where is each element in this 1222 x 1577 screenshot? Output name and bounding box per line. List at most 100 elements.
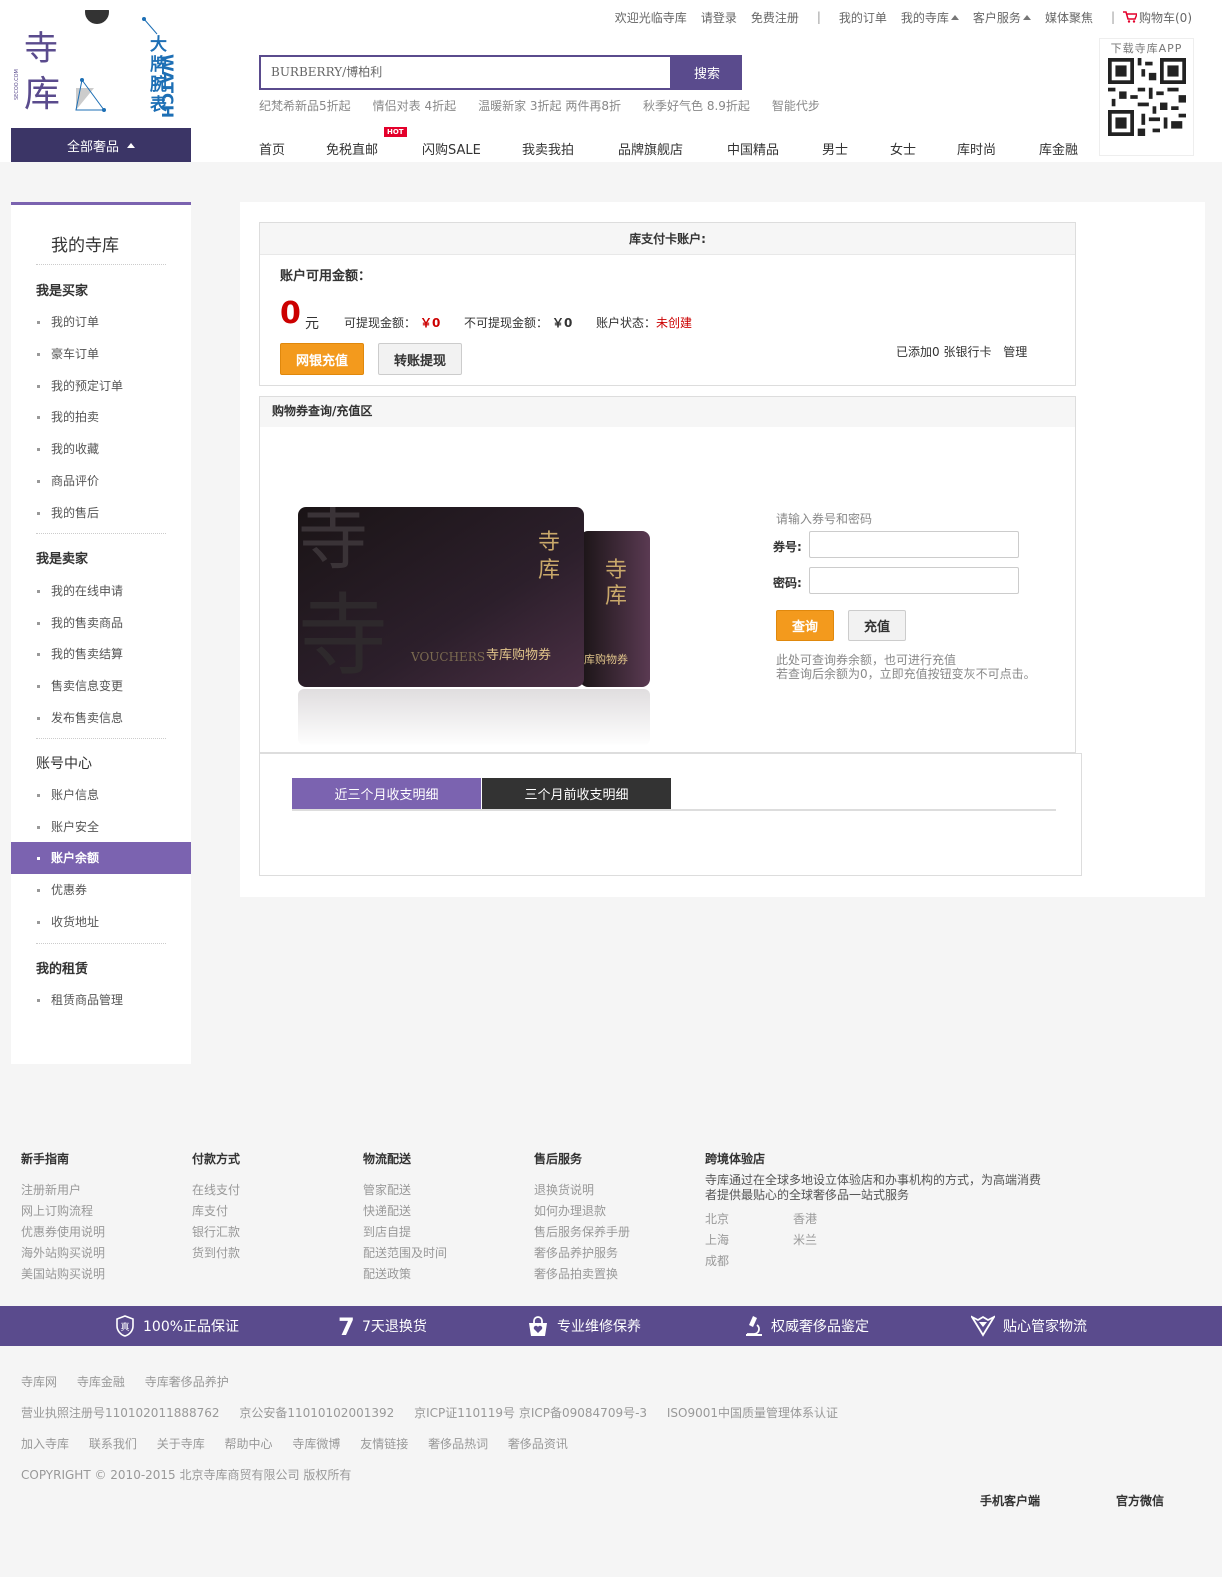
city-link-chengdu[interactable]: 成都 (705, 1251, 729, 1272)
sidebar-item-sales-info-change[interactable]: 售卖信息变更 (11, 670, 191, 702)
voucher-query-button[interactable]: 查询 (776, 610, 834, 641)
footer-link[interactable]: 美国站购买说明 (21, 1264, 105, 1285)
footer-link[interactable]: 库支付 (192, 1201, 240, 1222)
manage-cards-link[interactable]: 管理 (1003, 345, 1027, 359)
divider (36, 943, 166, 944)
customer-service-menu[interactable]: 客户服务 (973, 9, 1031, 26)
footer-link[interactable]: 网上订购流程 (21, 1201, 105, 1222)
footer-link[interactable]: 到店自提 (363, 1222, 447, 1243)
my-orders-link[interactable]: 我的订单 (839, 9, 887, 26)
search-button[interactable]: 搜索 (672, 55, 742, 90)
hot-keyword[interactable]: 智能代步 (772, 97, 820, 114)
footer-about-link[interactable]: 奢侈品热词 (428, 1437, 488, 1451)
sidebar-item-selling-products[interactable]: 我的售卖商品 (11, 607, 191, 639)
nav-item-china-boutique[interactable]: 中国精品 (727, 139, 779, 158)
sidebar-item-my-orders[interactable]: 我的订单 (11, 306, 191, 338)
sidebar-item-car-orders[interactable]: 豪车订单 (11, 338, 191, 370)
mobile-client-label: 手机客户端 (980, 1494, 1041, 1508)
footer-link[interactable]: 快递配送 (363, 1201, 447, 1222)
withdrawable-label: 可提现金额： (344, 316, 417, 330)
footer-link[interactable]: 注册新用户 (21, 1180, 105, 1201)
footer-about-link[interactable]: 友情链接 (360, 1437, 408, 1451)
footer-about-link[interactable]: 关于寺库 (157, 1437, 205, 1451)
nav-item-ku-fashion[interactable]: 库时尚 (957, 139, 996, 158)
footer-link[interactable]: 海外站购买说明 (21, 1243, 105, 1264)
footer-about-link[interactable]: 奢侈品资讯 (508, 1437, 568, 1451)
footer-about-link[interactable]: 帮助中心 (225, 1437, 273, 1451)
sidebar-item-favorites[interactable]: 我的收藏 (11, 433, 191, 465)
hot-keyword[interactable]: 纪梵希新品5折起 (259, 97, 351, 114)
nav-item-sell-auction[interactable]: 我卖我拍 (522, 139, 574, 158)
all-categories-button[interactable]: 全部奢品 (11, 128, 191, 162)
sidebar-item-account-info[interactable]: 账户信息 (11, 779, 191, 811)
footer-link[interactable]: 管家配送 (363, 1180, 447, 1201)
nav-item-duty-free[interactable]: 免税直邮 (326, 139, 378, 158)
sidebar-item-online-application[interactable]: 我的在线申请 (11, 575, 191, 607)
license-text: 营业执照注册号110102011888762 (21, 1406, 220, 1420)
city-link-beijing[interactable]: 北京 (705, 1209, 729, 1230)
footer-link[interactable]: 奢侈品养护服务 (534, 1243, 630, 1264)
voucher-topup-button[interactable]: 充值 (848, 610, 906, 641)
footer-bottom: 寺库网 寺库金融 寺库奢侈品养护 营业执照注册号110102011888762 … (0, 1346, 1222, 1577)
sidebar-item-sales-settlement[interactable]: 我的售卖结算 (11, 638, 191, 670)
footer-link[interactable]: 配送政策 (363, 1264, 447, 1285)
nav-item-ku-finance[interactable]: 库金融 (1039, 139, 1078, 158)
account-sidebar: 我的寺库 我是买家 我的订单 豪车订单 我的预定订单 我的拍卖 我的收藏 商品评… (11, 202, 191, 1064)
voucher-password-input[interactable] (809, 567, 1019, 594)
footer-link[interactable]: 退换货说明 (534, 1180, 630, 1201)
tab-recent-three-months[interactable]: 近三个月收支明细 (292, 778, 481, 809)
nav-item-home[interactable]: 首页 (259, 139, 285, 158)
voucher-panel-header: 购物券查询/充值区 (260, 397, 1075, 427)
hot-keyword[interactable]: 情侣对表 4折起 (373, 97, 456, 114)
cart-link[interactable]: 购物车(0) (1123, 9, 1192, 26)
login-link[interactable]: 请登录 (701, 9, 737, 26)
footer-about-link[interactable]: 联系我们 (89, 1437, 137, 1451)
footer-about-link[interactable]: 加入寺库 (21, 1437, 69, 1451)
guarantee-appraisal: 权威奢侈品鉴定 (745, 1306, 869, 1346)
tab-before-three-months[interactable]: 三个月前收支明细 (482, 778, 671, 809)
footer-link[interactable]: 配送范围及时间 (363, 1243, 447, 1264)
footer-site-link[interactable]: 寺库网 (21, 1375, 57, 1389)
payment-card-account-panel: 库支付卡账户: 账户可用金额： 0 元 可提现金额： ￥0 不可提现金额： ￥0 账… (259, 222, 1076, 386)
register-link[interactable]: 免费注册 (751, 9, 799, 26)
my-secoo-menu[interactable]: 我的寺库 (901, 9, 959, 26)
footer-link[interactable]: 奢侈品拍卖置换 (534, 1264, 630, 1285)
footer-link[interactable]: 在线支付 (192, 1180, 240, 1201)
footer-link[interactable]: 售后服务保养手册 (534, 1222, 630, 1243)
footer-link[interactable]: 银行汇款 (192, 1222, 240, 1243)
sidebar-item-auctions[interactable]: 我的拍卖 (11, 401, 191, 433)
nav-item-brand-stores[interactable]: 品牌旗舰店 (618, 139, 683, 158)
site-header: 欢迎光临寺库 请登录 免费注册 | 我的订单 我的寺库 客户服务 媒体聚焦 | … (0, 0, 1222, 162)
sidebar-item-coupons[interactable]: 优惠券 (11, 874, 191, 906)
city-link-milan[interactable]: 米兰 (793, 1230, 817, 1251)
nav-item-men[interactable]: 男士 (822, 139, 848, 158)
sidebar-item-rental-management[interactable]: 租赁商品管理 (11, 984, 191, 1016)
qr-code-icon[interactable] (1108, 58, 1186, 136)
sidebar-item-account-security[interactable]: 账户安全 (11, 811, 191, 843)
site-logo[interactable]: 寺 库 SECOO.COM WATCH 大 牌 腕 表 (12, 0, 192, 120)
footer-link[interactable]: 优惠券使用说明 (21, 1222, 105, 1243)
nav-item-flash-sale[interactable]: 闪购SALE (422, 139, 481, 158)
media-link[interactable]: 媒体聚焦 (1045, 9, 1093, 26)
transfer-withdraw-button[interactable]: 转账提现 (378, 343, 462, 375)
search-input[interactable]: BURBERRY/博柏利 (259, 55, 672, 90)
footer-about-link[interactable]: 寺库微博 (292, 1437, 340, 1451)
footer-site-link[interactable]: 寺库金融 (77, 1375, 125, 1389)
online-bank-recharge-button[interactable]: 网银充值 (280, 343, 364, 375)
sidebar-item-addresses[interactable]: 收货地址 (11, 906, 191, 938)
sidebar-item-after-sales[interactable]: 我的售后 (11, 497, 191, 529)
sidebar-item-publish-sale[interactable]: 发布售卖信息 (11, 702, 191, 734)
sidebar-item-account-balance[interactable]: 账户余额 (11, 842, 191, 874)
footer-site-link[interactable]: 寺库奢侈品养护 (145, 1375, 229, 1389)
hot-keyword[interactable]: 温暖新家 3折起 两件再8折 (478, 97, 621, 114)
nav-item-women[interactable]: 女士 (890, 139, 916, 158)
tab-underline (292, 809, 1056, 811)
city-link-shanghai[interactable]: 上海 (705, 1230, 729, 1251)
footer-link[interactable]: 货到付款 (192, 1243, 240, 1264)
hot-keyword[interactable]: 秋季好气色 8.9折起 (643, 97, 750, 114)
sidebar-item-reservations[interactable]: 我的预定订单 (11, 370, 191, 402)
sidebar-item-reviews[interactable]: 商品评价 (11, 465, 191, 497)
city-link-hongkong[interactable]: 香港 (793, 1209, 817, 1230)
voucher-code-input[interactable] (809, 531, 1019, 558)
footer-link[interactable]: 如何办理退款 (534, 1201, 630, 1222)
